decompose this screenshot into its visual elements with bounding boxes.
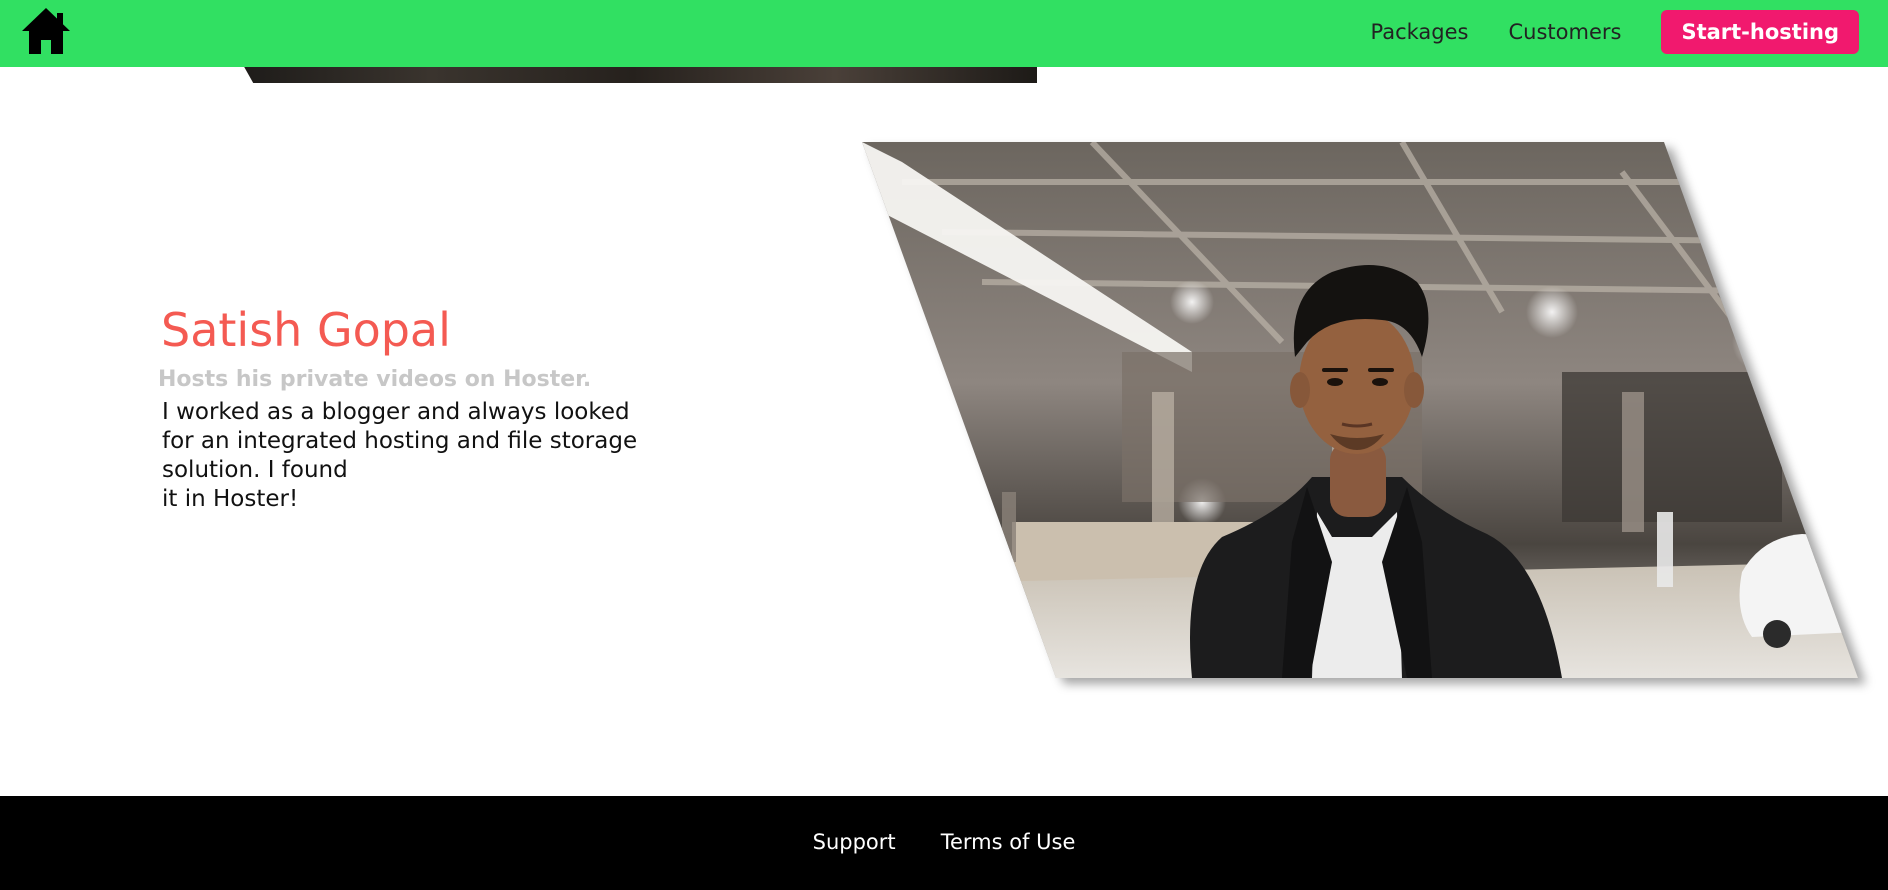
footer-support-link[interactable]: Support: [813, 830, 896, 854]
quote-line: it in Hoster!: [162, 486, 299, 512]
footer: Support Terms of Use: [0, 796, 1888, 890]
quote-line: for an integrated hosting and file stora…: [162, 428, 638, 454]
home-icon: [22, 8, 70, 54]
nav-packages-link[interactable]: Packages: [1371, 20, 1469, 44]
top-navbar: Packages Customers Start-hosting: [0, 0, 1888, 67]
footer-terms-link[interactable]: Terms of Use: [941, 830, 1076, 854]
main-nav: Packages Customers Start-hosting: [1371, 10, 1859, 54]
quote-line: I worked as a blogger and always looked: [162, 399, 630, 425]
start-hosting-button[interactable]: Start-hosting: [1661, 10, 1859, 54]
customer-photo: [862, 142, 1858, 678]
quote-line: solution. I found: [162, 457, 348, 483]
customer-quote: I worked as a blogger and always looked …: [162, 398, 682, 514]
footer-links: Support Terms of Use: [0, 830, 1888, 854]
home-link[interactable]: [21, 7, 71, 55]
nav-customers-link[interactable]: Customers: [1509, 20, 1622, 44]
customer-name: Satish Gopal: [161, 303, 451, 357]
page: Packages Customers Start-hosting Satish …: [0, 0, 1888, 890]
customer-tagline: Hosts his private videos on Hoster.: [158, 367, 592, 392]
